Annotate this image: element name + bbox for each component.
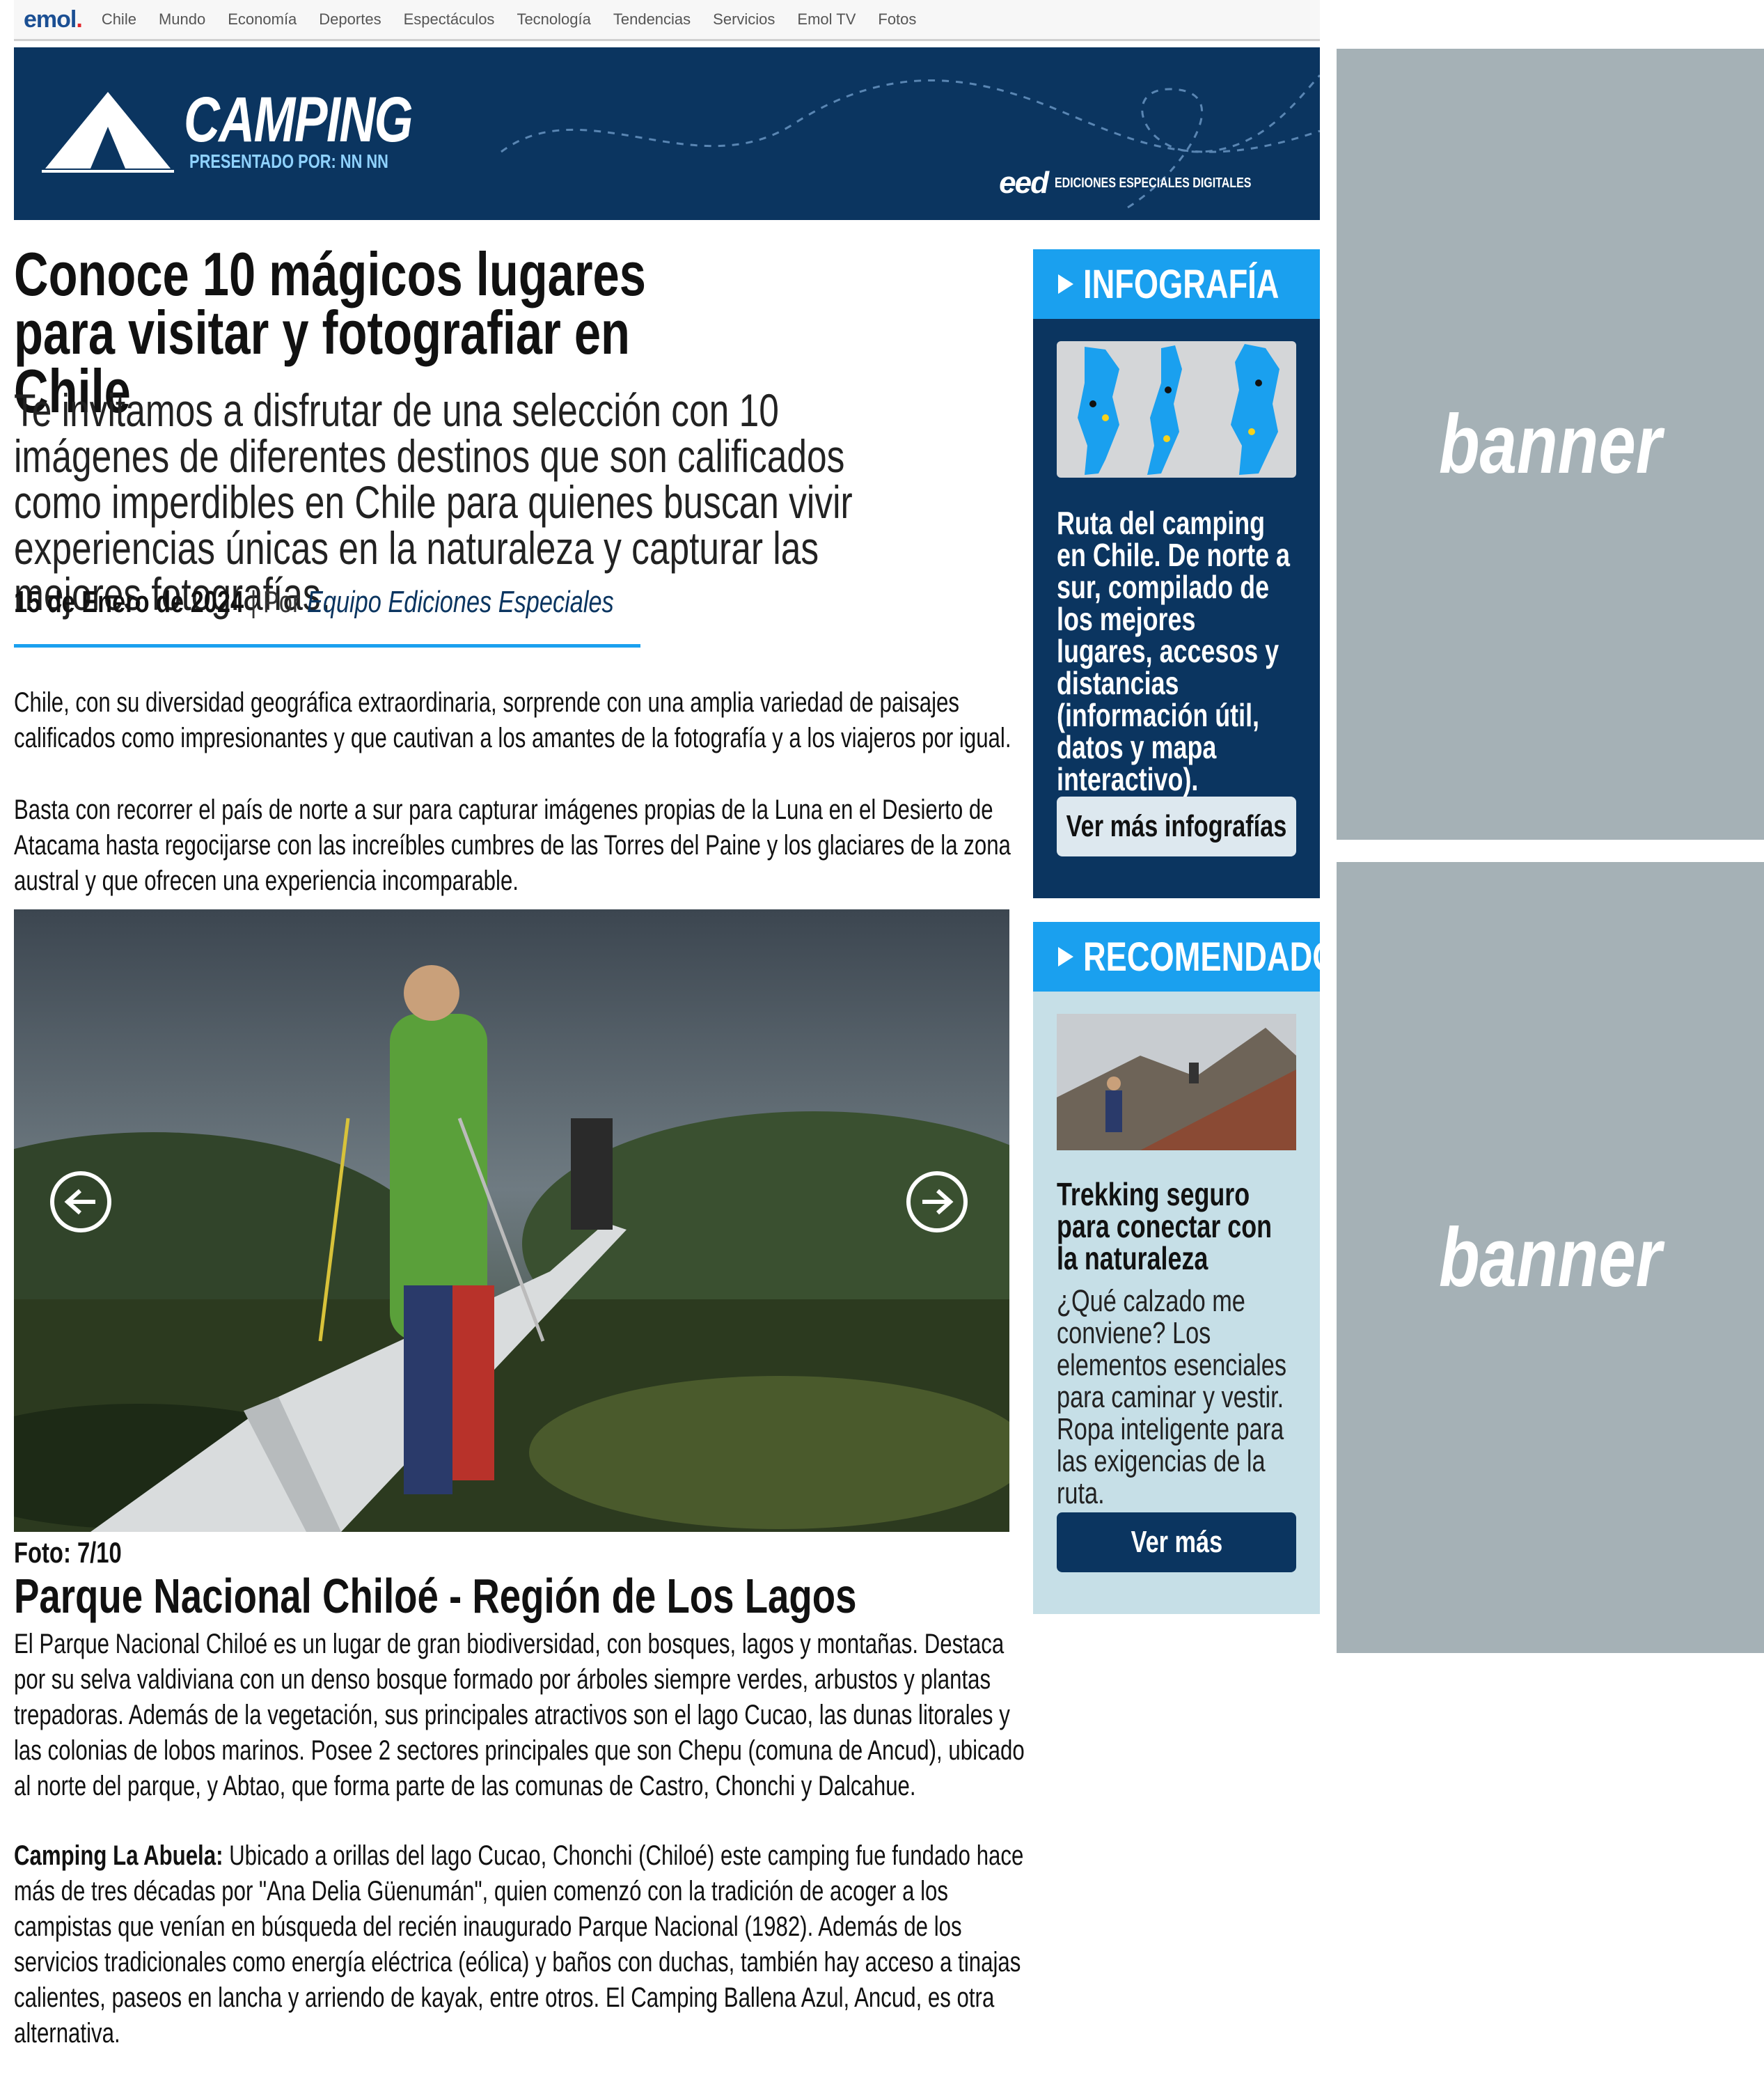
gallery-next-button[interactable]	[906, 1171, 968, 1232]
section-title: CAMPING	[184, 84, 414, 155]
nav-link-tecnologia[interactable]: Tecnología	[517, 10, 590, 29]
nav-link-mundo[interactable]: Mundo	[159, 10, 205, 29]
emol-logo[interactable]: emol.	[24, 6, 83, 33]
infografia-heading: INFOGRAFÍA	[1083, 261, 1279, 307]
nav-link-espectaculos[interactable]: Espectáculos	[404, 10, 495, 29]
eed-logo: eed EDICIONES ESPECIALES DIGITALES	[999, 166, 1252, 200]
nav-link-servicios[interactable]: Servicios	[713, 10, 775, 29]
play-triangle-icon	[1058, 947, 1073, 966]
nav-link-emol-tv[interactable]: Emol TV	[797, 10, 856, 29]
arrow-left-icon	[64, 1189, 95, 1215]
nav-link-tendencias[interactable]: Tendencias	[613, 10, 691, 29]
sponsor-label: PRESENTADO POR: NN NN	[189, 150, 388, 172]
recomendado-heading: RECOMENDADO	[1083, 934, 1337, 980]
gallery-photo	[14, 909, 1009, 1532]
photo-description: El Parque Nacional Chiloé es un lugar de…	[14, 1629, 1025, 1801]
ver-mas-button[interactable]: Ver más	[1057, 1512, 1296, 1572]
camping-text: Ubicado a orillas del lago Cucao, Chonch…	[14, 1840, 1024, 2049]
tent-icon	[42, 92, 174, 173]
infografia-widget: Ruta del camping en Chile. De norte a su…	[1033, 319, 1320, 898]
byline: 15 de Enero de 2024 | Por Equipo Edicion…	[14, 585, 614, 620]
recomendado-text: ¿Qué calzado me conviene? Los elementos …	[1057, 1284, 1287, 1510]
byline-divider	[14, 644, 640, 648]
camping-header-banner: CAMPING PRESENTADO POR: NN NN eed EDICIO…	[14, 47, 1320, 220]
camping-label: Camping La Abuela:	[14, 1840, 223, 1871]
intro-paragraph-1: Chile, con su diversidad geográfica extr…	[14, 687, 1011, 753]
top-nav: emol. Chile Mundo Economía Deportes Espe…	[14, 0, 1320, 41]
infografia-header: INFOGRAFÍA	[1033, 249, 1320, 319]
camping-paragraph: Camping La Abuela: Ubicado a orillas del…	[14, 1838, 1034, 2051]
publish-date: 15 de Enero de 2024	[14, 585, 244, 619]
arrow-right-icon	[922, 1189, 954, 1215]
play-triangle-icon	[1058, 274, 1073, 294]
intro-paragraph-2: Basta con recorrer el país de norte a su…	[14, 794, 1011, 896]
ver-mas-infografias-button[interactable]: Ver más infografías	[1057, 797, 1296, 856]
trekking-thumbnail[interactable]	[1057, 1014, 1296, 1150]
ad-banner-top[interactable]: banner	[1337, 49, 1764, 840]
gallery-prev-button[interactable]	[50, 1171, 111, 1232]
hiker-boardwalk-photo	[14, 909, 1009, 1532]
photo-counter: Foto: 7/10	[14, 1536, 122, 1569]
nav-link-fotos[interactable]: Fotos	[878, 10, 916, 29]
nav-link-deportes[interactable]: Deportes	[319, 10, 381, 29]
infografia-text: Ruta del camping en Chile. De norte a su…	[1057, 505, 1290, 797]
ad-banner-bottom[interactable]: banner	[1337, 862, 1764, 1653]
recomendado-title[interactable]: Trekking seguro para conectar con la nat…	[1057, 1178, 1285, 1274]
author-link[interactable]: Equipo Ediciones Especiales	[307, 585, 614, 619]
byline-separator: | Por	[250, 585, 301, 619]
chile-map-thumbnail[interactable]	[1057, 341, 1296, 478]
photo-title: Parque Nacional Chiloé - Región de Los L…	[14, 1569, 857, 1623]
nav-link-chile[interactable]: Chile	[102, 10, 136, 29]
recomendado-header: RECOMENDADO	[1033, 922, 1337, 992]
article-deck: Te invitamos a disfrutar de una selecció…	[14, 384, 853, 620]
recomendado-widget: Trekking seguro para conectar con la nat…	[1033, 992, 1320, 1614]
nav-link-economia[interactable]: Economía	[228, 10, 297, 29]
